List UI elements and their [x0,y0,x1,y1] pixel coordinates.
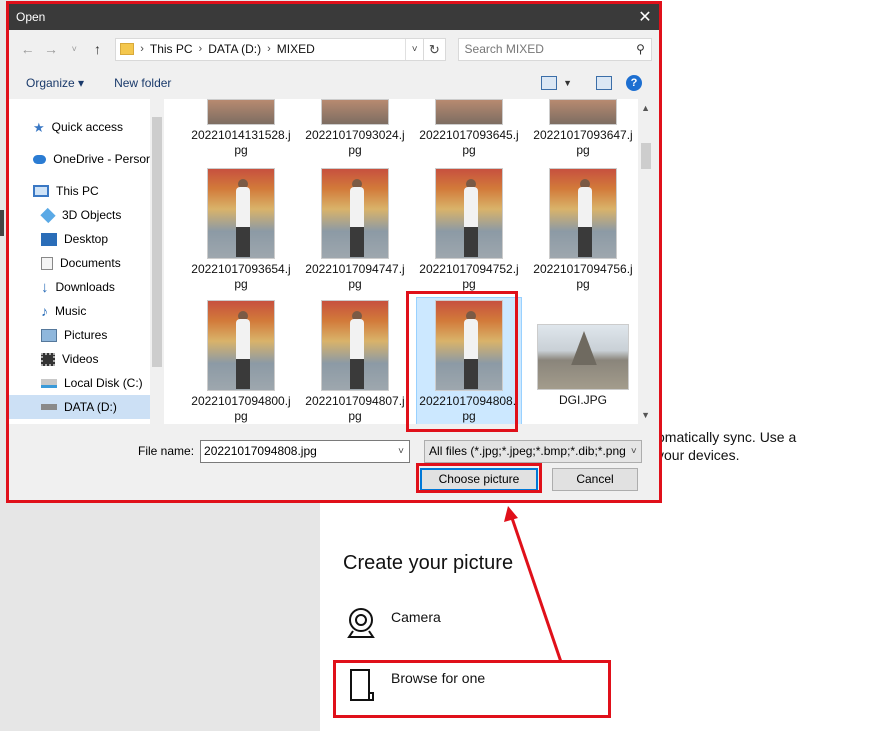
highlight-selected-file [406,291,518,432]
highlight-choose-button [416,463,542,493]
highlight-dialog [6,1,662,503]
